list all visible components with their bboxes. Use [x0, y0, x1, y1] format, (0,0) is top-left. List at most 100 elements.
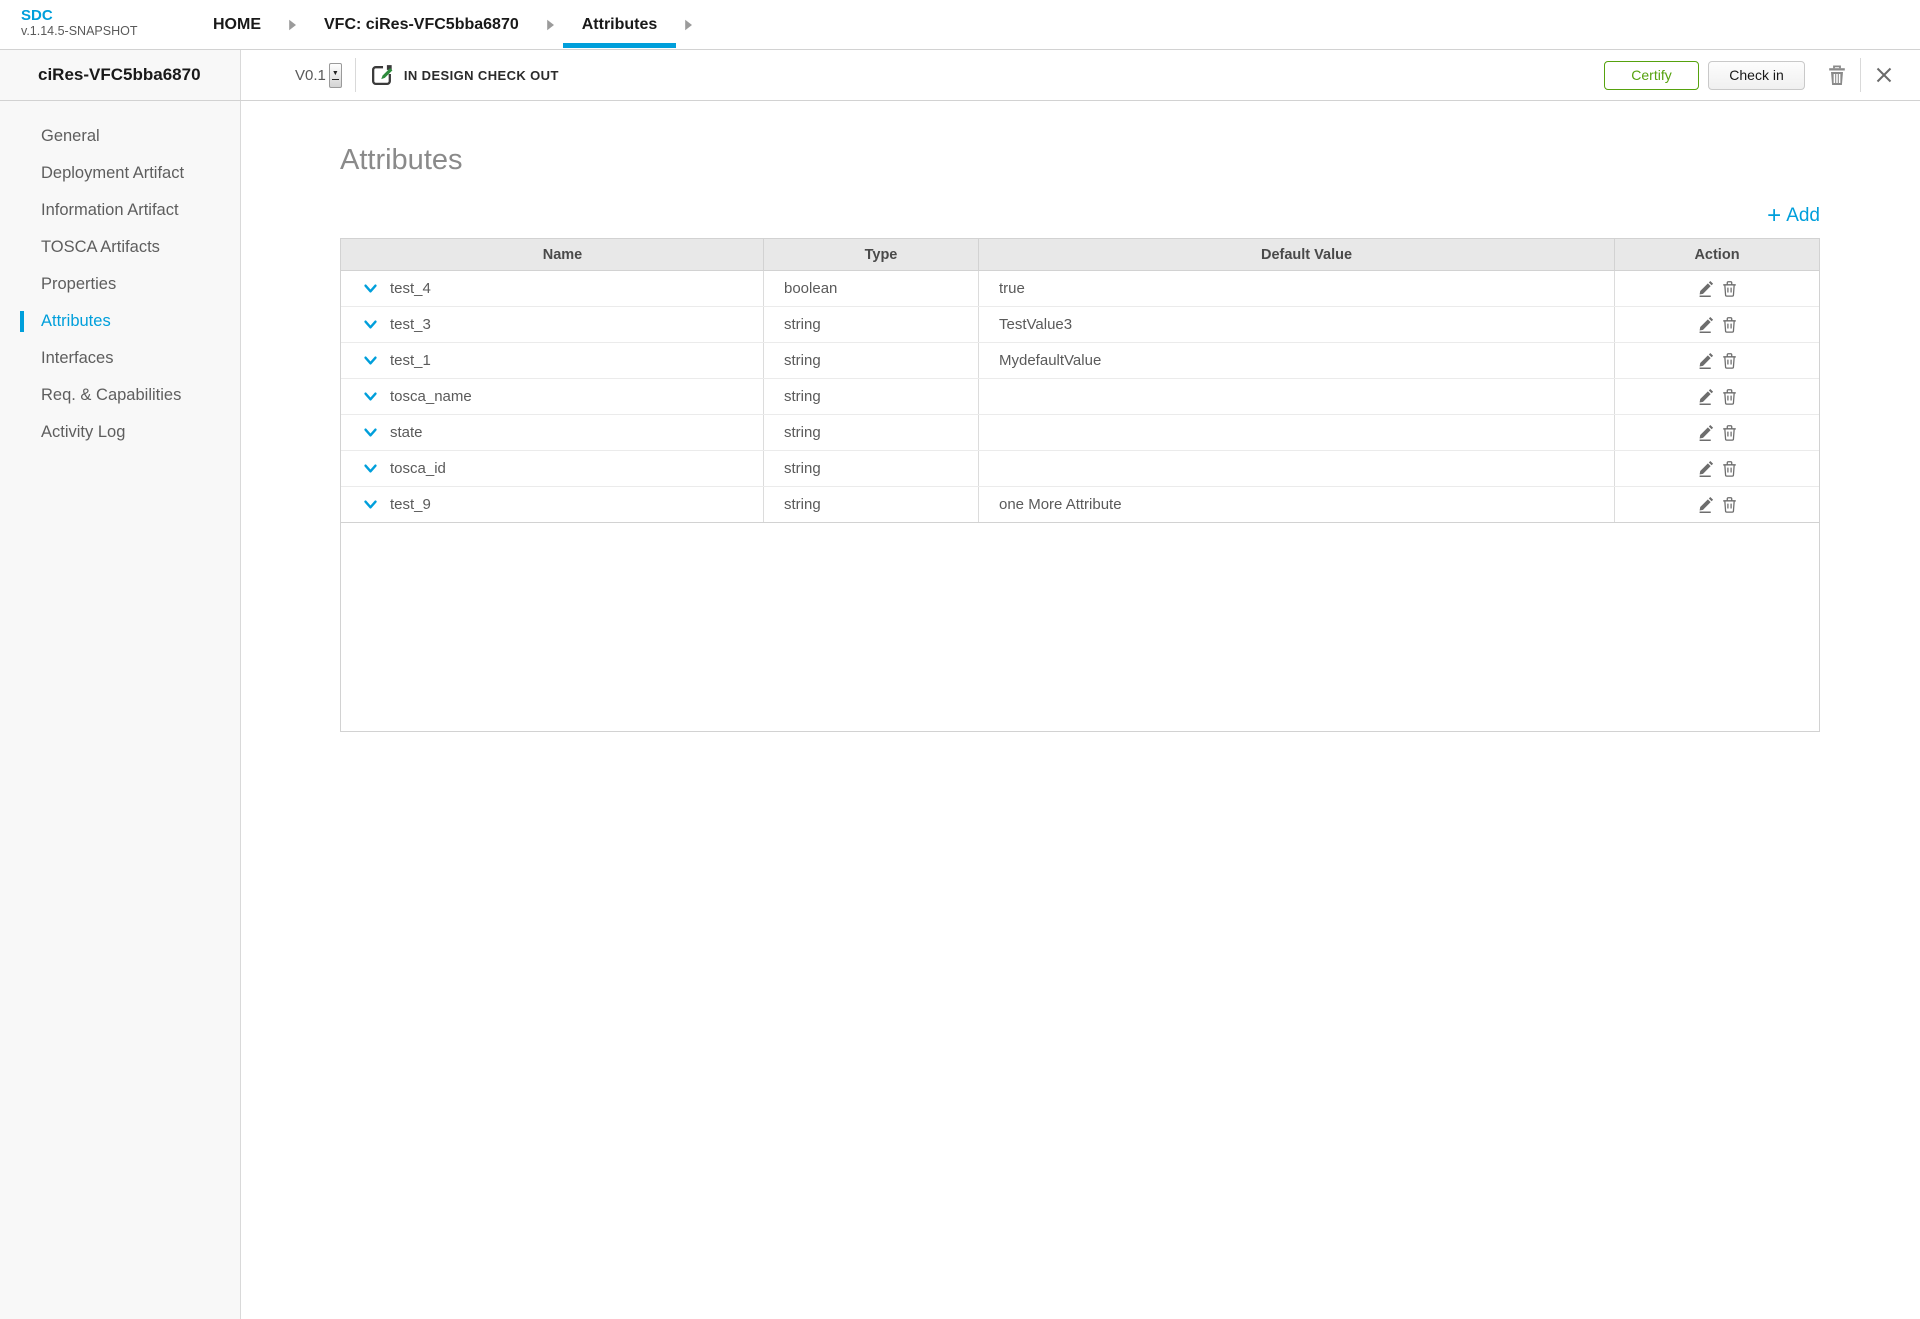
- attribute-type: string: [784, 424, 821, 441]
- trash-icon: [1827, 64, 1847, 87]
- sidebar-item-req-capabilities[interactable]: Req. & Capabilities: [0, 377, 240, 414]
- edit-attribute-button[interactable]: [1698, 496, 1715, 513]
- attribute-type: boolean: [784, 280, 838, 297]
- chevron-down-icon[interactable]: [362, 496, 379, 513]
- pencil-icon: [1698, 388, 1715, 405]
- attribute-name-cell: state: [341, 415, 764, 450]
- close-button[interactable]: [1874, 65, 1894, 85]
- attribute-name: test_4: [390, 280, 431, 297]
- sidebar-item-deployment-artifact[interactable]: Deployment Artifact: [0, 155, 240, 192]
- edit-attribute-button[interactable]: [1698, 316, 1715, 333]
- attribute-type-cell: string: [764, 343, 979, 378]
- attribute-type: string: [784, 316, 821, 333]
- chevron-down-icon[interactable]: [362, 388, 379, 405]
- attribute-default-value-cell: [979, 451, 1615, 486]
- delete-attribute-button[interactable]: [1722, 316, 1737, 333]
- attribute-type: string: [784, 388, 821, 405]
- attribute-type-cell: string: [764, 451, 979, 486]
- table-row: test_9 string one More Attribute: [341, 487, 1819, 523]
- trash-icon: [1722, 460, 1737, 477]
- attribute-name-cell: test_3: [341, 307, 764, 342]
- edit-attribute-button[interactable]: [1698, 280, 1715, 297]
- attribute-actions-cell: [1615, 379, 1819, 414]
- attribute-type: string: [784, 496, 821, 513]
- attribute-name: tosca_id: [390, 460, 446, 477]
- edit-attribute-button[interactable]: [1698, 460, 1715, 477]
- trash-icon: [1722, 316, 1737, 333]
- sidebar-item-tosca-artifacts[interactable]: TOSCA Artifacts: [0, 229, 240, 266]
- attribute-actions-cell: [1615, 307, 1819, 342]
- attribute-actions-cell: [1615, 343, 1819, 378]
- chevron-down-icon[interactable]: [362, 280, 379, 297]
- attribute-name: test_9: [390, 496, 431, 513]
- table-row: test_4 boolean true: [341, 271, 1819, 307]
- certify-button[interactable]: Certify: [1604, 60, 1699, 90]
- attribute-name: tosca_name: [390, 388, 472, 405]
- sidebar-item-interfaces[interactable]: Interfaces: [0, 340, 240, 377]
- edit-attribute-button[interactable]: [1698, 388, 1715, 405]
- delete-attribute-button[interactable]: [1722, 424, 1737, 441]
- app-logo-title: SDC: [21, 7, 53, 24]
- attribute-name: test_3: [390, 316, 431, 333]
- sidebar-item-general[interactable]: General: [0, 118, 240, 155]
- sidebar-item-label: Req. & Capabilities: [41, 386, 182, 404]
- breadcrumb-item-1[interactable]: VFC: ciRes-VFC5bba6870: [324, 0, 519, 50]
- breadcrumb-item-0[interactable]: HOME: [213, 0, 261, 50]
- attribute-default-value-cell: MydefaultValue: [979, 343, 1615, 378]
- attribute-actions-cell: [1615, 451, 1819, 486]
- sidebar-item-label: Information Artifact: [41, 201, 179, 219]
- breadcrumb-arrow-icon: [684, 19, 693, 31]
- edit-attribute-button[interactable]: [1698, 424, 1715, 441]
- attribute-type-cell: string: [764, 379, 979, 414]
- trash-icon: [1722, 388, 1737, 405]
- sidebar-item-information-artifact[interactable]: Information Artifact: [0, 192, 240, 229]
- edit-attribute-button[interactable]: [1698, 352, 1715, 369]
- spinner-line: [331, 79, 339, 80]
- attribute-default-value: TestValue3: [999, 316, 1073, 333]
- asset-name-cell: ciRes-VFC5bba6870: [0, 50, 241, 100]
- delete-attribute-button[interactable]: [1722, 496, 1737, 513]
- attribute-actions-cell: [1615, 271, 1819, 306]
- delete-asset-button[interactable]: [1827, 64, 1847, 87]
- chevron-down-icon[interactable]: [362, 460, 379, 477]
- check-in-button[interactable]: Check in: [1708, 60, 1805, 90]
- breadcrumb-arrow-icon: [288, 19, 297, 31]
- sidebar-item-label: Attributes: [41, 312, 111, 330]
- page-title: Attributes: [340, 144, 463, 176]
- version-label: V0.1: [295, 66, 326, 84]
- chevron-down-icon[interactable]: [362, 424, 379, 441]
- attribute-name-cell: test_9: [341, 487, 764, 522]
- add-attribute-button[interactable]: + Add: [1767, 204, 1820, 228]
- main-content: Attributes + Add Name Type Default Value…: [241, 101, 1920, 1319]
- breadcrumb-item-2[interactable]: Attributes: [562, 0, 676, 50]
- delete-attribute-button[interactable]: [1722, 460, 1737, 477]
- attribute-name: state: [390, 424, 423, 441]
- sidebar-item-attributes[interactable]: Attributes: [0, 303, 240, 340]
- top-nav: SDC v.1.14.5-SNAPSHOT HOME VFC: ciRes-VF…: [0, 0, 1920, 50]
- sidebar: General Deployment Artifact Information …: [0, 101, 241, 1319]
- divider: [354, 58, 356, 92]
- chevron-down-icon[interactable]: [362, 316, 379, 333]
- attribute-default-value-cell: one More Attribute: [979, 487, 1615, 522]
- delete-attribute-button[interactable]: [1722, 388, 1737, 405]
- delete-attribute-button[interactable]: [1722, 352, 1737, 369]
- delete-attribute-button[interactable]: [1722, 280, 1737, 297]
- divider: [1860, 58, 1861, 92]
- attribute-default-value: one More Attribute: [999, 496, 1122, 513]
- table-row: tosca_id string: [341, 451, 1819, 487]
- trash-icon: [1722, 496, 1737, 513]
- app-logo[interactable]: SDC v.1.14.5-SNAPSHOT: [21, 7, 137, 39]
- sidebar-item-label: General: [41, 127, 100, 145]
- attribute-default-value-cell: [979, 415, 1615, 450]
- sidebar-item-label: Deployment Artifact: [41, 164, 185, 182]
- spinner-arrow-icon: ▼: [331, 70, 339, 77]
- attribute-default-value: true: [999, 280, 1025, 297]
- attribute-type-cell: string: [764, 415, 979, 450]
- version-select[interactable]: ▼: [328, 62, 342, 88]
- sidebar-item-activity-log[interactable]: Activity Log: [0, 414, 240, 451]
- table-body: test_4 boolean true test_3 string TestVa…: [341, 271, 1819, 523]
- attribute-type: string: [784, 460, 821, 477]
- breadcrumb-arrow-icon: [546, 19, 555, 31]
- sidebar-item-properties[interactable]: Properties: [0, 266, 240, 303]
- chevron-down-icon[interactable]: [362, 352, 379, 369]
